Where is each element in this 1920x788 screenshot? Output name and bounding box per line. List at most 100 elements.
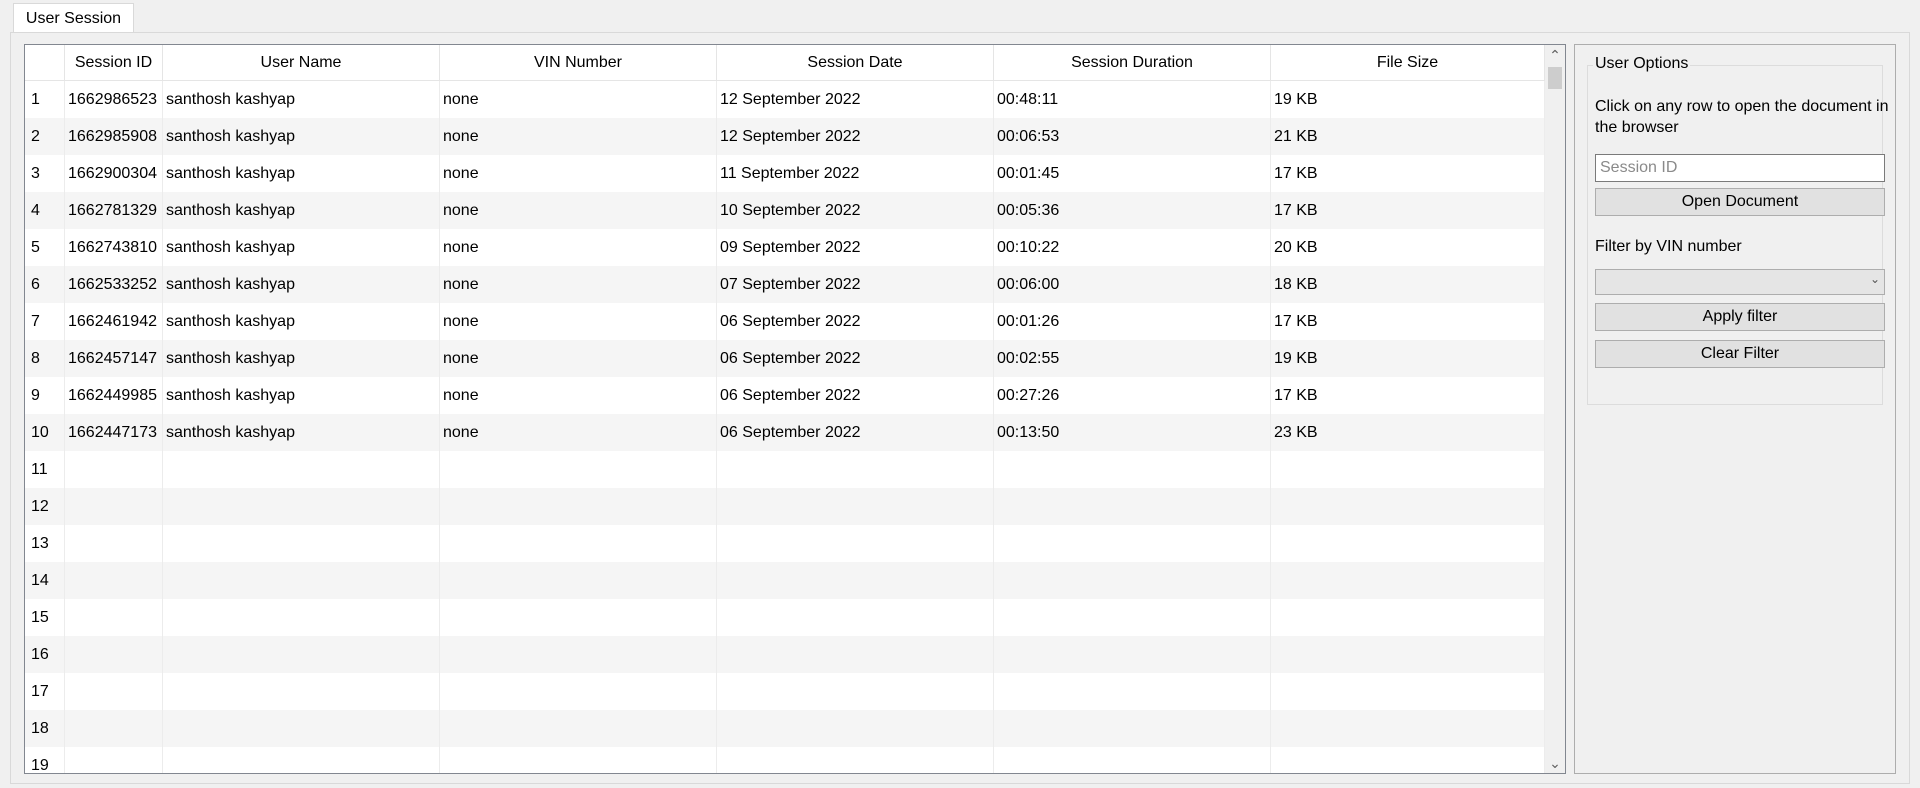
table-cell[interactable]	[1271, 562, 1545, 599]
table-cell[interactable]	[717, 488, 994, 525]
table-cell[interactable]: 06 September 2022	[717, 414, 994, 451]
table-cell[interactable]	[994, 525, 1271, 562]
table-row[interactable]: 9 1662449985 santhosh kashyap none 06 Septem…	[25, 377, 1545, 414]
column-header[interactable]: Session ID	[65, 45, 163, 80]
table-cell[interactable]: santhosh kashyap	[163, 192, 440, 229]
row-number[interactable]: 9	[25, 377, 65, 414]
table-cell[interactable]	[440, 673, 717, 710]
table-cell[interactable]: 17 KB	[1271, 192, 1545, 229]
table-cell[interactable]	[994, 451, 1271, 488]
table-row[interactable]: 17	[25, 673, 1545, 710]
row-number[interactable]: 16	[25, 636, 65, 673]
table-cell[interactable]	[717, 636, 994, 673]
table-cell[interactable]: 00:13:50	[994, 414, 1271, 451]
table-cell[interactable]: 17 KB	[1271, 377, 1545, 414]
table-cell[interactable]: none	[440, 377, 717, 414]
vin-filter-select[interactable]: ⌄	[1595, 269, 1885, 295]
table-cell[interactable]: 00:27:26	[994, 377, 1271, 414]
table-cell[interactable]	[440, 636, 717, 673]
table-cell[interactable]: 1662781329	[65, 192, 163, 229]
table-cell[interactable]: 06 September 2022	[717, 303, 994, 340]
table-cell[interactable]: 1662533252	[65, 266, 163, 303]
table-cell[interactable]: none	[440, 192, 717, 229]
table-cell[interactable]	[994, 710, 1271, 747]
row-number[interactable]: 13	[25, 525, 65, 562]
row-number[interactable]: 2	[25, 118, 65, 155]
chevron-down-icon[interactable]: ⌄	[1545, 753, 1565, 773]
table-cell[interactable]: 1662986523	[65, 81, 163, 118]
table-cell[interactable]	[163, 599, 440, 636]
table-cell[interactable]: 06 September 2022	[717, 340, 994, 377]
table-cell[interactable]: 10 September 2022	[717, 192, 994, 229]
table-cell[interactable]: 00:06:53	[994, 118, 1271, 155]
table-cell[interactable]: none	[440, 155, 717, 192]
table-cell[interactable]	[1271, 525, 1545, 562]
table-row[interactable]: 5 1662743810 santhosh kashyap none 09 Septem…	[25, 229, 1545, 266]
table-row[interactable]: 3 1662900304 santhosh kashyap none 11 Septem…	[25, 155, 1545, 192]
table-row[interactable]: 19	[25, 747, 1545, 773]
table-cell[interactable]	[994, 488, 1271, 525]
table-cell[interactable]: santhosh kashyap	[163, 340, 440, 377]
table-cell[interactable]: santhosh kashyap	[163, 377, 440, 414]
table-cell[interactable]: 21 KB	[1271, 118, 1545, 155]
table-cell[interactable]	[163, 673, 440, 710]
table-cell[interactable]: 23 KB	[1271, 414, 1545, 451]
table-cell[interactable]	[1271, 488, 1545, 525]
row-number[interactable]: 14	[25, 562, 65, 599]
row-number[interactable]: 4	[25, 192, 65, 229]
table-cell[interactable]	[994, 599, 1271, 636]
table-row[interactable]: 13	[25, 525, 1545, 562]
table-cell[interactable]: santhosh kashyap	[163, 266, 440, 303]
row-number[interactable]: 8	[25, 340, 65, 377]
row-number[interactable]: 3	[25, 155, 65, 192]
table-cell[interactable]: 00:06:00	[994, 266, 1271, 303]
table-row[interactable]: 10 1662447173 santhosh kashyap none 06 Septe…	[25, 414, 1545, 451]
table-row[interactable]: 15	[25, 599, 1545, 636]
table-cell[interactable]: santhosh kashyap	[163, 414, 440, 451]
table-cell[interactable]	[1271, 599, 1545, 636]
table-cell[interactable]: none	[440, 118, 717, 155]
table-cell[interactable]	[994, 747, 1271, 773]
table-cell[interactable]	[717, 747, 994, 773]
table-cell[interactable]	[1271, 451, 1545, 488]
table-cell[interactable]: 1662447173	[65, 414, 163, 451]
table-cell[interactable]: 00:48:11	[994, 81, 1271, 118]
row-number[interactable]: 11	[25, 451, 65, 488]
table-cell[interactable]: 1662449985	[65, 377, 163, 414]
table-cell[interactable]: 1662743810	[65, 229, 163, 266]
table-cell[interactable]: none	[440, 229, 717, 266]
table-cell[interactable]: none	[440, 81, 717, 118]
table-cell[interactable]	[163, 636, 440, 673]
table-cell[interactable]	[65, 562, 163, 599]
table-cell[interactable]: 20 KB	[1271, 229, 1545, 266]
column-header[interactable]: VIN Number	[440, 45, 717, 80]
row-number[interactable]: 1	[25, 81, 65, 118]
table-cell[interactable]: 06 September 2022	[717, 377, 994, 414]
table-cell[interactable]	[717, 562, 994, 599]
table-cell[interactable]: 17 KB	[1271, 303, 1545, 340]
table-cell[interactable]	[65, 673, 163, 710]
table-cell[interactable]: 09 September 2022	[717, 229, 994, 266]
vertical-scrollbar[interactable]: ⌃ ⌄	[1545, 45, 1565, 773]
row-number[interactable]: 18	[25, 710, 65, 747]
table-cell[interactable]	[65, 747, 163, 773]
table-cell[interactable]: 11 September 2022	[717, 155, 994, 192]
table-cell[interactable]	[65, 451, 163, 488]
table-cell[interactable]: 00:01:26	[994, 303, 1271, 340]
table-cell[interactable]	[717, 599, 994, 636]
table-row[interactable]: 2 1662985908 santhosh kashyap none 12 Septem…	[25, 118, 1545, 155]
table-cell[interactable]	[65, 488, 163, 525]
table-cell[interactable]	[717, 525, 994, 562]
table-cell[interactable]	[717, 451, 994, 488]
table-cell[interactable]: 1662461942	[65, 303, 163, 340]
table-row[interactable]: 14	[25, 562, 1545, 599]
table-cell[interactable]: 1662457147	[65, 340, 163, 377]
table-cell[interactable]	[65, 599, 163, 636]
table-cell[interactable]	[163, 710, 440, 747]
table-cell[interactable]	[440, 451, 717, 488]
table-cell[interactable]	[163, 451, 440, 488]
table-cell[interactable]	[1271, 673, 1545, 710]
table-cell[interactable]: 19 KB	[1271, 81, 1545, 118]
table-cell[interactable]	[65, 710, 163, 747]
table-cell[interactable]: 17 KB	[1271, 155, 1545, 192]
